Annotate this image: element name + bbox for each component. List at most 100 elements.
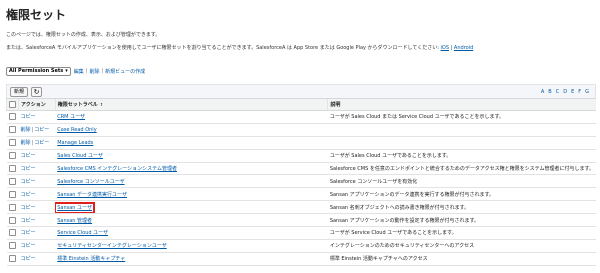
label-cell: Sales Cloud ユーザ bbox=[55, 149, 328, 163]
permission-set-link[interactable]: 標準 Einstein 活動キャプチャ bbox=[57, 256, 125, 262]
copy-action-link[interactable]: コピー bbox=[21, 153, 36, 159]
table-row: コピー Service Cloud ユーザ ユーザが Service Cloud ユ… bbox=[6, 226, 596, 240]
row-checkbox[interactable] bbox=[9, 190, 16, 198]
row-actions: コピー bbox=[18, 239, 56, 253]
alpha-filter: ABCDEFG bbox=[541, 89, 589, 95]
alpha-filter-d[interactable]: D bbox=[563, 89, 567, 95]
row-actions: コピー bbox=[18, 226, 56, 240]
new-button[interactable]: 新規 bbox=[10, 86, 29, 97]
description-cell: インテグレーションのためのセキュリティセンターへのアクセス bbox=[327, 239, 596, 253]
select-all-checkbox[interactable] bbox=[9, 101, 16, 108]
row-checkbox[interactable] bbox=[9, 152, 16, 160]
table-row: 削除|コピー Case Read Only bbox=[6, 123, 596, 137]
description-cell: ユーザが Sales Cloud ユーザであることを示します。 bbox=[327, 149, 596, 163]
row-select-cell bbox=[6, 174, 19, 189]
copy-action-link[interactable]: コピー bbox=[34, 127, 49, 133]
ios-link[interactable]: iOS bbox=[441, 45, 450, 51]
row-actions: コピー bbox=[18, 200, 56, 215]
copy-action-link[interactable]: コピー bbox=[21, 205, 36, 211]
row-select-cell bbox=[6, 110, 19, 124]
permission-set-link[interactable]: Manage Leads bbox=[57, 140, 93, 146]
row-select-cell bbox=[6, 252, 19, 266]
row-actions: 削除|コピー bbox=[18, 123, 56, 137]
delete-view-link[interactable]: 削除 bbox=[89, 68, 99, 75]
row-actions: コピー bbox=[18, 213, 56, 228]
page-description: このページでは、権限セットの作成、表示、および管理ができます。 bbox=[6, 32, 161, 38]
label-cell: 標準 Einstein 活動キャプチャ bbox=[55, 252, 328, 266]
list-toolbar: 新規 ↻ ABCDEFG bbox=[6, 84, 596, 98]
mobile-app-text: または、SalesforceA モバイルアプリケーションを使用してユーザに権限セ… bbox=[6, 44, 473, 51]
alpha-filter-f[interactable]: F bbox=[578, 89, 581, 95]
table-row: コピー Salesforce CMS インテグレーションシステム管理者 Salesf… bbox=[6, 162, 596, 176]
copy-action-link[interactable]: コピー bbox=[21, 179, 36, 185]
copy-action-link[interactable]: コピー bbox=[21, 114, 36, 120]
label-column-header[interactable]: 権限セットラベル ↑ bbox=[54, 98, 328, 111]
chevron-down-icon: ▾ bbox=[65, 68, 68, 74]
edit-view-link[interactable]: 編集 bbox=[74, 68, 84, 75]
permission-set-link[interactable]: Service Cloud ユーザ bbox=[57, 230, 108, 236]
alpha-filter-a[interactable]: A bbox=[541, 89, 544, 95]
view-bar: All Permission Sets ▾ 編集 | 削除 | 新規ビューの作成 bbox=[6, 66, 145, 76]
row-select-cell bbox=[6, 123, 19, 137]
row-actions: 削除|コピー bbox=[18, 136, 56, 150]
row-checkbox[interactable] bbox=[9, 113, 16, 121]
row-checkbox[interactable] bbox=[9, 229, 16, 237]
copy-action-link[interactable]: コピー bbox=[34, 140, 49, 146]
permission-set-link[interactable]: Salesforce コンソールユーザ bbox=[57, 179, 124, 185]
table-header-row: アクション 権限セットラベル ↑ 説明 bbox=[6, 98, 596, 111]
row-checkbox[interactable] bbox=[9, 242, 16, 250]
row-select-cell bbox=[6, 213, 19, 228]
copy-action-link[interactable]: コピー bbox=[21, 256, 36, 262]
row-actions: コピー bbox=[18, 149, 56, 163]
link-separator: | bbox=[450, 45, 453, 51]
action-separator: | bbox=[31, 127, 34, 134]
action-separator: | bbox=[31, 140, 34, 147]
view-select[interactable]: All Permission Sets ▾ bbox=[6, 66, 71, 76]
row-checkbox[interactable] bbox=[9, 139, 16, 147]
row-checkbox[interactable] bbox=[9, 216, 16, 224]
table-row: コピー 標準 Einstein 活動キャプチャ 標準 Einstein 活動キャプチ… bbox=[6, 252, 596, 266]
action-column-header: アクション bbox=[18, 98, 56, 111]
delete-action-link[interactable]: 削除 bbox=[21, 140, 31, 146]
permission-set-link[interactable]: Sansan ユーザ bbox=[55, 201, 95, 213]
permission-set-link[interactable]: Sansan 管理者 bbox=[57, 218, 92, 224]
row-select-cell bbox=[6, 149, 19, 163]
row-select-cell bbox=[6, 200, 19, 215]
row-checkbox[interactable] bbox=[9, 177, 16, 185]
alpha-filter-b[interactable]: B bbox=[548, 89, 551, 95]
copy-action-link[interactable]: コピー bbox=[21, 243, 36, 249]
label-cell: CRM ユーザ bbox=[55, 110, 328, 124]
create-view-link[interactable]: 新規ビューの作成 bbox=[105, 68, 145, 75]
delete-action-link[interactable]: 削除 bbox=[21, 127, 31, 133]
description-cell bbox=[327, 123, 596, 137]
page-title: 権限セット bbox=[6, 8, 67, 22]
label-cell: Manage Leads bbox=[55, 136, 328, 150]
label-cell: Salesforce CMS インテグレーションシステム管理者 bbox=[55, 162, 328, 176]
copy-action-link[interactable]: コピー bbox=[21, 218, 36, 224]
permission-set-link[interactable]: セキュリティセンターインテグレーションユーザ bbox=[57, 243, 167, 249]
permission-set-link[interactable]: Sales Cloud ユーザ bbox=[57, 153, 103, 159]
row-checkbox[interactable] bbox=[9, 255, 16, 263]
row-checkbox[interactable] bbox=[9, 126, 16, 134]
permission-set-link[interactable]: Sansan データ連携実行ユーザ bbox=[57, 192, 127, 198]
row-actions: コピー bbox=[18, 174, 56, 189]
copy-action-link[interactable]: コピー bbox=[21, 230, 36, 236]
copy-action-link[interactable]: コピー bbox=[21, 166, 36, 172]
description-cell: Salesforce CMS を任意のエンドポイントと統合するためのデータアクセ… bbox=[327, 162, 596, 176]
alpha-filter-e[interactable]: E bbox=[571, 89, 574, 95]
copy-action-link[interactable]: コピー bbox=[21, 192, 36, 198]
row-select-cell bbox=[6, 136, 19, 150]
android-link[interactable]: Android bbox=[454, 45, 473, 51]
permission-set-link[interactable]: Case Read Only bbox=[57, 127, 96, 133]
view-sep-2: | bbox=[101, 68, 104, 74]
alpha-filter-g[interactable]: G bbox=[585, 89, 589, 95]
mobile-app-description: または、SalesforceA モバイルアプリケーションを使用してユーザに権限セ… bbox=[6, 45, 439, 51]
permission-set-link[interactable]: Salesforce CMS インテグレーションシステム管理者 bbox=[57, 166, 177, 172]
alpha-filter-c[interactable]: C bbox=[556, 89, 560, 95]
refresh-icon[interactable]: ↻ bbox=[31, 86, 43, 97]
row-checkbox[interactable] bbox=[9, 203, 16, 211]
permission-set-link[interactable]: CRM ユーザ bbox=[57, 114, 85, 120]
row-checkbox[interactable] bbox=[9, 165, 16, 172]
description-cell: Sansan 名刺オブジェクトへの読み書き権限が付与されます。 bbox=[327, 200, 596, 215]
view-sep-1: | bbox=[85, 68, 88, 74]
